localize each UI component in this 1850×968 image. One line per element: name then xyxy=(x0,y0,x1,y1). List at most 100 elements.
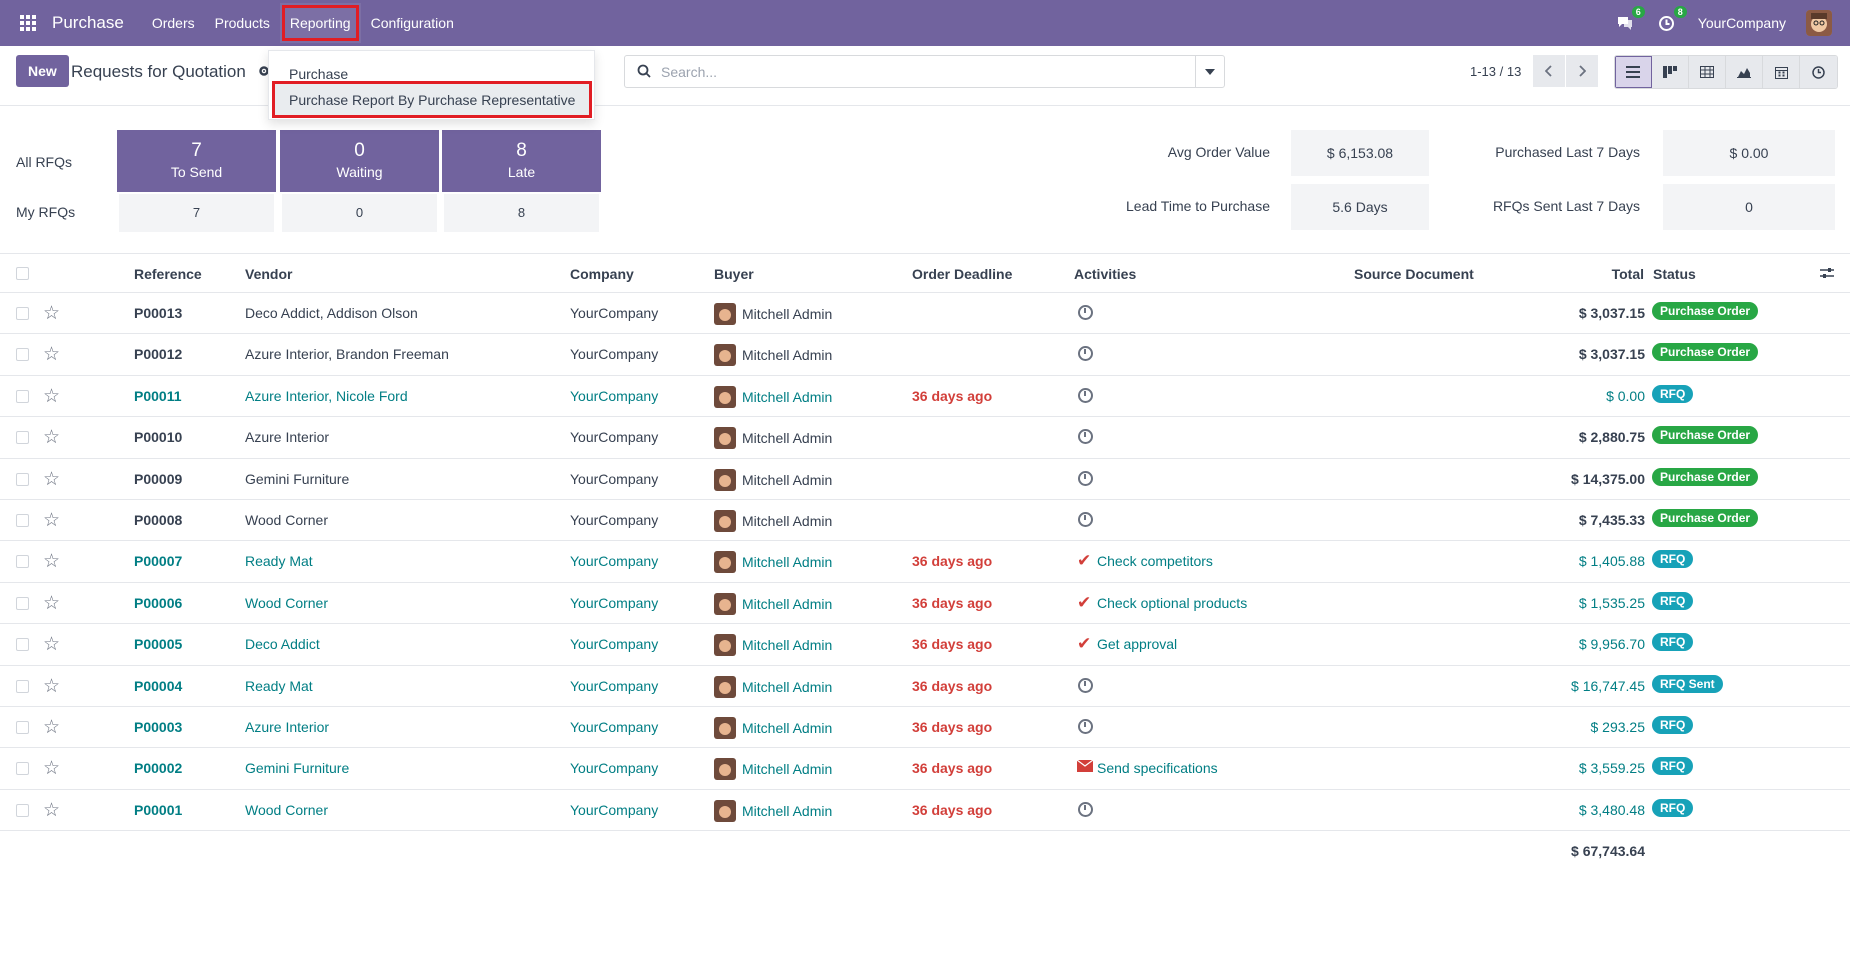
row-checkbox[interactable] xyxy=(16,762,29,776)
tile-to-send[interactable]: 7 To Send xyxy=(117,130,276,192)
row-checkbox[interactable] xyxy=(16,348,29,362)
star-icon[interactable]: ☆ xyxy=(43,468,60,491)
check-icon[interactable]: ✔ xyxy=(1077,551,1091,571)
cell-total: $ 14,375.00 xyxy=(1571,470,1645,487)
menu-products[interactable]: Products xyxy=(205,0,280,46)
activity-view-button[interactable] xyxy=(1800,56,1837,88)
header-buyer[interactable]: Buyer xyxy=(714,266,754,282)
row-checkbox[interactable] xyxy=(16,679,29,693)
cell-total: $ 9,956.70 xyxy=(1578,636,1645,653)
header-order-deadline[interactable]: Order Deadline xyxy=(912,266,1012,282)
table-row[interactable]: ☆ P00003 Azure Interior YourCompany Mitchell… xyxy=(0,707,1850,749)
star-icon[interactable]: ☆ xyxy=(43,675,60,698)
pivot-view-button[interactable] xyxy=(1689,56,1726,88)
activity-summary[interactable]: Send specifications xyxy=(1097,760,1218,776)
check-icon[interactable]: ✔ xyxy=(1077,634,1091,654)
star-icon[interactable]: ☆ xyxy=(43,509,60,532)
activity-clock-icon[interactable] xyxy=(1078,470,1093,486)
my-to-send-count[interactable]: 7 xyxy=(119,194,274,232)
search-options-toggle[interactable] xyxy=(1195,56,1224,87)
new-button[interactable]: New xyxy=(16,55,69,87)
calendar-view-button[interactable] xyxy=(1763,56,1800,88)
activity-clock-icon[interactable] xyxy=(1078,677,1093,693)
check-icon[interactable]: ✔ xyxy=(1077,593,1091,613)
column-settings-icon[interactable] xyxy=(1820,266,1834,282)
table-row[interactable]: ☆ P00011 Azure Interior, Nicole Ford YourCo… xyxy=(0,376,1850,418)
pager-next-button[interactable] xyxy=(1566,55,1598,87)
activity-clock-icon[interactable] xyxy=(1078,387,1093,403)
pager-previous-button[interactable] xyxy=(1533,55,1565,87)
header-status[interactable]: Status xyxy=(1653,266,1696,282)
star-icon[interactable]: ☆ xyxy=(43,343,60,366)
table-row[interactable]: ☆ P00012 Azure Interior, Brandon Freeman Yo… xyxy=(0,334,1850,376)
table-row[interactable]: ☆ P00006 Wood Corner YourCompany Mitchell Ad… xyxy=(0,583,1850,625)
kanban-view-button[interactable] xyxy=(1652,56,1689,88)
company-switcher[interactable]: YourCompany xyxy=(1698,15,1786,31)
activity-clock-icon[interactable] xyxy=(1078,511,1093,527)
activity-summary[interactable]: Check competitors xyxy=(1097,553,1213,569)
app-brand[interactable]: Purchase xyxy=(52,13,124,33)
row-checkbox[interactable] xyxy=(16,431,29,445)
row-checkbox[interactable] xyxy=(16,555,29,569)
select-all-checkbox[interactable] xyxy=(16,267,29,280)
row-checkbox[interactable] xyxy=(16,638,29,652)
row-checkbox[interactable] xyxy=(16,472,29,486)
star-icon[interactable]: ☆ xyxy=(43,550,60,573)
activity-clock-icon[interactable] xyxy=(1078,801,1093,817)
my-late-count[interactable]: 8 xyxy=(444,194,599,232)
star-icon[interactable]: ☆ xyxy=(43,592,60,615)
user-avatar[interactable] xyxy=(1806,10,1832,36)
header-source-document[interactable]: Source Document xyxy=(1354,266,1474,282)
dropdown-item-purchase-report-by-representative[interactable]: Purchase Report By Purchase Representati… xyxy=(272,81,592,118)
activity-clock-icon[interactable]: 8 xyxy=(1656,6,1687,34)
table-row[interactable]: ☆ P00013 Deco Addict, Addison Olson YourCom… xyxy=(0,293,1850,335)
star-icon[interactable]: ☆ xyxy=(43,633,60,656)
row-checkbox[interactable] xyxy=(16,803,29,817)
row-checkbox[interactable] xyxy=(16,513,29,527)
table-row[interactable]: ☆ P00004 Ready Mat YourCompany Mitchell Admi… xyxy=(0,666,1850,707)
table-row[interactable]: ☆ P00008 Wood Corner YourCompany Mitchell Ad… xyxy=(0,500,1850,542)
activity-summary[interactable]: Get approval xyxy=(1097,636,1177,652)
pager-value[interactable]: 1-13 / 13 xyxy=(1470,64,1521,79)
menu-reporting[interactable]: Reporting xyxy=(279,3,361,43)
chat-icon[interactable]: 6 xyxy=(1614,6,1645,34)
row-checkbox[interactable] xyxy=(16,720,29,734)
table-row[interactable]: ☆ P00009 Gemini Furniture YourCompany Mitche… xyxy=(0,459,1850,500)
star-icon[interactable]: ☆ xyxy=(43,426,60,449)
row-checkbox[interactable] xyxy=(16,389,29,403)
table-row[interactable]: ☆ P00002 Gemini Furniture YourCompany Mitche… xyxy=(0,748,1850,790)
header-total[interactable]: Total xyxy=(1612,266,1644,282)
envelope-icon[interactable] xyxy=(1076,757,1094,777)
tile-waiting[interactable]: 0 Waiting xyxy=(280,130,439,192)
star-icon[interactable]: ☆ xyxy=(43,385,60,408)
my-waiting-count[interactable]: 0 xyxy=(282,194,437,232)
star-icon[interactable]: ☆ xyxy=(43,716,60,739)
header-vendor[interactable]: Vendor xyxy=(245,266,292,282)
star-icon[interactable]: ☆ xyxy=(43,302,60,325)
menu-orders[interactable]: Orders xyxy=(142,0,205,46)
list-view-button[interactable] xyxy=(1615,56,1652,88)
table-row[interactable]: ☆ P00005 Deco Addict YourCompany Mitchell Ad… xyxy=(0,624,1850,666)
tile-late[interactable]: 8 Late xyxy=(442,130,601,192)
row-checkbox[interactable] xyxy=(16,307,29,320)
activity-clock-icon[interactable] xyxy=(1078,429,1093,445)
table-row[interactable]: ☆ P00001 Wood Corner YourCompany Mitchell Ad… xyxy=(0,790,1850,832)
star-icon[interactable]: ☆ xyxy=(43,799,60,822)
activity-clock-icon[interactable] xyxy=(1078,718,1093,734)
graph-view-button[interactable] xyxy=(1726,56,1763,88)
row-checkbox[interactable] xyxy=(16,596,29,610)
table-row[interactable]: ☆ P00010 Azure Interior YourCompany Mitchell… xyxy=(0,417,1850,459)
apps-grid-icon[interactable] xyxy=(18,13,38,33)
search-input[interactable] xyxy=(661,62,1181,82)
activity-summary[interactable]: Check optional products xyxy=(1097,595,1247,611)
header-reference[interactable]: Reference xyxy=(134,266,202,282)
table-row[interactable]: ☆ P00007 Ready Mat YourCompany Mitchell Admi… xyxy=(0,541,1850,583)
search-bar xyxy=(624,55,1225,88)
activity-clock-icon[interactable] xyxy=(1078,305,1093,320)
header-company[interactable]: Company xyxy=(570,266,634,282)
star-icon[interactable]: ☆ xyxy=(43,757,60,780)
header-activities[interactable]: Activities xyxy=(1074,266,1136,282)
menu-configuration[interactable]: Configuration xyxy=(361,0,464,46)
dropdown-item-purchase[interactable]: Purchase xyxy=(289,66,348,82)
activity-clock-icon[interactable] xyxy=(1078,346,1093,362)
